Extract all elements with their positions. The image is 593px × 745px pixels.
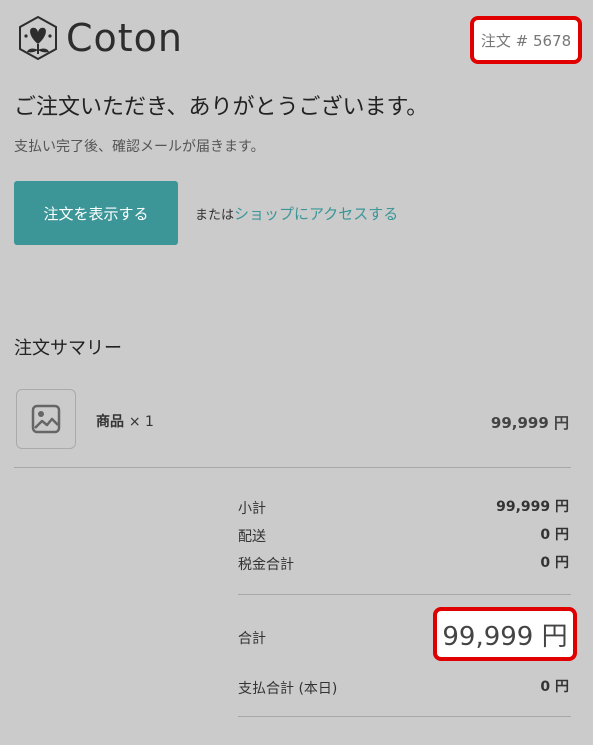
divider: [238, 594, 571, 595]
view-order-button[interactable]: 注文を表示する: [14, 181, 178, 245]
paid-today-label: 支払合計 (本日): [238, 681, 338, 697]
paid-today-value: 0 円: [540, 679, 569, 695]
brand-logo[interactable]: Coton: [14, 14, 183, 62]
product-thumbnail: [16, 389, 76, 449]
tax-value: 0 円: [540, 555, 569, 571]
subtotal-label: 小計: [238, 501, 266, 517]
or-text: または: [195, 208, 235, 223]
divider: [14, 467, 571, 468]
product-quantity: × 1: [128, 414, 154, 430]
subtotal-value: 99,999 円: [496, 499, 569, 515]
product-price: 99,999 円: [490, 414, 569, 432]
tax-label: 税金合計: [238, 557, 294, 573]
logo-hexagon-icon: [19, 15, 57, 61]
divider: [238, 716, 571, 717]
confirmation-subtext: 支払い完了後、確認メールが届きます。: [14, 139, 265, 155]
shipping-label: 配送: [238, 529, 266, 545]
product-name: 商品 × 1: [96, 414, 154, 430]
brand-name: Coton: [66, 16, 184, 60]
visit-shop-link[interactable]: ショップにアクセスする: [234, 205, 398, 223]
total-value: 99,999 円: [433, 607, 577, 661]
order-number: 注文 # 5678: [470, 16, 582, 64]
shipping-value: 0 円: [540, 527, 569, 543]
order-summary-title: 注文サマリー: [14, 338, 122, 359]
image-placeholder-icon: [31, 404, 61, 434]
thank-you-heading: ご注文いただき、ありがとうございます。: [14, 95, 429, 120]
shop-link-line: またはショップにアクセスする: [195, 203, 398, 224]
total-label: 合計: [238, 631, 266, 647]
header: Coton 注文 # 5678: [0, 0, 593, 80]
